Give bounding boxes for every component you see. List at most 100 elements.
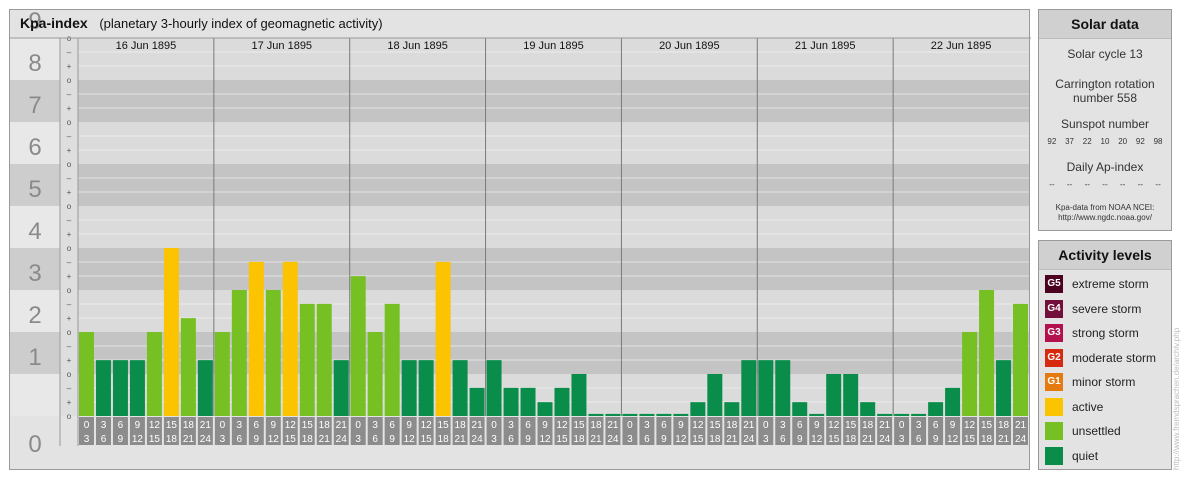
y-axis-band	[10, 374, 60, 416]
ap-value: --	[1137, 180, 1144, 189]
hour-label-start: 21	[879, 420, 891, 431]
hour-label-start: 18	[319, 420, 331, 431]
day-label: 18 Jun 1895	[387, 40, 448, 52]
legend-swatch-g1: G1	[1045, 373, 1063, 392]
kp-bar	[503, 387, 519, 416]
y-minor-label: o	[67, 244, 72, 253]
kp-bar	[979, 290, 995, 416]
hour-label-start: 12	[285, 420, 297, 431]
chart-title-main: Kpa-index	[20, 15, 88, 31]
hour-label-start: 3	[508, 420, 514, 431]
hour-label-end: 12	[268, 434, 280, 445]
hour-label-end: 18	[845, 434, 857, 445]
legend-item-g5: G5 extreme storm	[1039, 272, 1171, 297]
kp-bar	[911, 413, 927, 416]
hour-label-start: 15	[709, 420, 721, 431]
hour-label-start: 18	[590, 420, 602, 431]
hour-label-start: 0	[355, 420, 361, 431]
hour-label-start: 3	[780, 420, 786, 431]
hour-label-start: 15	[845, 420, 857, 431]
hour-label-end: 9	[254, 434, 260, 445]
hour-label-end: 9	[389, 434, 395, 445]
kp-bar	[316, 303, 332, 416]
y-minor-label: –	[67, 342, 72, 351]
solar-data-title: Solar data	[1039, 10, 1171, 39]
hour-label-end: 21	[590, 434, 602, 445]
kp-band	[78, 80, 1029, 122]
y-minor-label: –	[67, 90, 72, 99]
legend-label-unsettled: unsettled	[1072, 424, 1121, 439]
day-label: 17 Jun 1895	[252, 40, 313, 52]
y-minor-label: o	[67, 412, 72, 421]
kp-bar	[996, 360, 1012, 416]
ap-value: --	[1049, 180, 1055, 189]
hour-label-start: 12	[964, 420, 976, 431]
carrington-line-1: Carrington rotation	[1055, 77, 1155, 91]
kp-bar	[469, 387, 485, 416]
hour-label-start: 18	[998, 420, 1010, 431]
legend-label-g2: moderate storm	[1072, 350, 1157, 365]
kp-bar	[265, 290, 281, 416]
hour-label-end: 15	[285, 434, 297, 445]
kp-bar	[299, 303, 315, 416]
legend-swatch-quiet	[1045, 446, 1063, 465]
y-tick-label: 8	[28, 50, 41, 77]
kp-bar	[894, 413, 910, 416]
hour-label-start: 6	[661, 420, 667, 431]
kp-bar	[775, 360, 791, 416]
y-minor-label: –	[67, 174, 72, 183]
hour-label-start: 6	[254, 420, 260, 431]
sunspot-value: 92	[1135, 137, 1145, 146]
kp-band	[78, 206, 1029, 248]
hour-label-start: 21	[743, 420, 755, 431]
hour-label-start: 18	[726, 420, 738, 431]
legend-swatch-active	[1045, 397, 1063, 416]
kp-bar	[282, 261, 298, 416]
y-minor-label: o	[67, 370, 72, 379]
hour-label-end: 9	[797, 434, 803, 445]
hour-label-start: 15	[166, 420, 178, 431]
hour-label-end: 3	[899, 434, 905, 445]
activity-levels-panel: Activity levels G5 extreme storm G4 seve…	[1038, 240, 1172, 470]
hour-label-end: 12	[132, 434, 144, 445]
hour-label-end: 21	[319, 434, 331, 445]
hour-label-start: 12	[828, 420, 840, 431]
kp-bar	[95, 360, 111, 416]
hour-label-end: 18	[709, 434, 721, 445]
activity-legend: G5 extreme storm G4 severe storm G3 stro…	[1039, 270, 1171, 468]
hour-label-start: 21	[1015, 420, 1027, 431]
hour-label-end: 21	[726, 434, 738, 445]
legend-swatch-g2: G2	[1045, 348, 1063, 367]
ap-value: --	[1066, 180, 1073, 189]
hour-label-start: 21	[336, 420, 348, 431]
kp-bar	[707, 374, 723, 416]
hour-label-start: 9	[950, 420, 956, 431]
hour-label-start: 18	[455, 420, 467, 431]
kp-bar	[452, 360, 468, 416]
day-label: 22 Jun 1895	[931, 40, 992, 52]
y-tick-label: 4	[28, 218, 41, 245]
solar-cycle: Solar cycle 13	[1067, 47, 1143, 61]
hour-label-end: 24	[1015, 434, 1027, 445]
sunspot-value: 22	[1082, 137, 1092, 146]
kp-bar	[571, 374, 587, 416]
hour-label-end: 18	[981, 434, 993, 445]
kp-bar	[401, 360, 417, 416]
hour-label-start: 3	[237, 420, 243, 431]
kp-bar	[486, 360, 502, 416]
hour-label-start: 6	[389, 420, 395, 431]
y-minor-label: +	[67, 314, 72, 323]
y-minor-label: o	[67, 76, 72, 85]
hour-label-start: 6	[797, 420, 803, 431]
hour-label-end: 24	[336, 434, 348, 445]
kp-bar	[843, 374, 859, 416]
sunspot-value: 10	[1100, 137, 1110, 146]
hour-label-end: 24	[879, 434, 891, 445]
y-minor-label: +	[67, 398, 72, 407]
chart-title: Kpa-index (planetary 3-hourly index of g…	[20, 15, 383, 31]
data-credit-2: http://www.ngdc.noaa.gov/	[1058, 213, 1152, 222]
sunspot-values: 92 37 22 10 20 92 98	[1039, 137, 1171, 146]
kp-band	[78, 248, 1029, 290]
kp-bar	[554, 387, 570, 416]
y-minor-label: –	[67, 300, 72, 309]
